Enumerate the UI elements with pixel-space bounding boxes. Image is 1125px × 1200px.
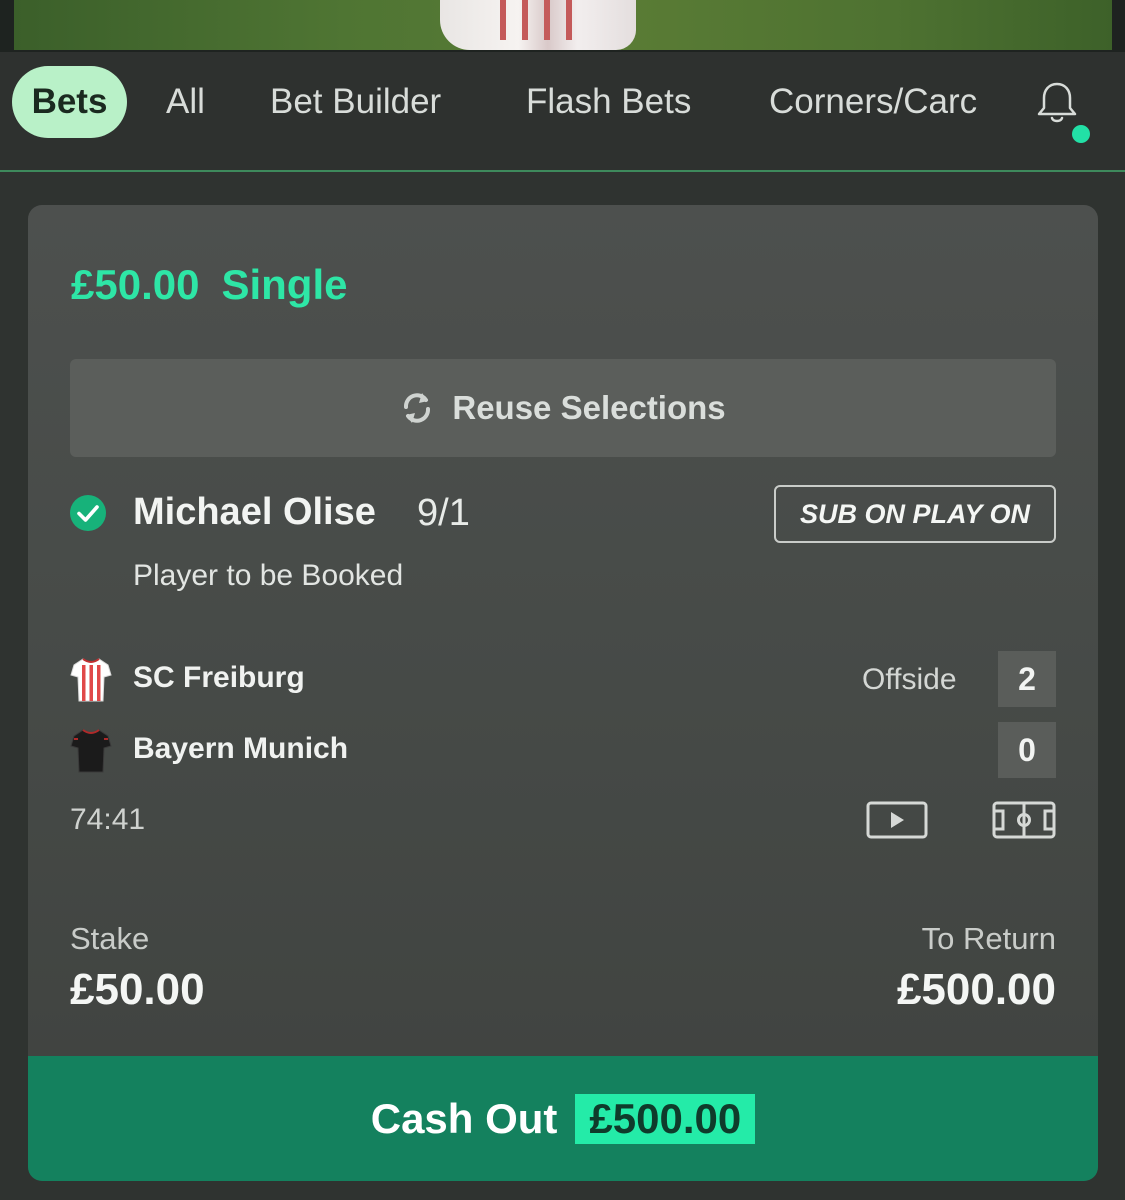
cash-out-button[interactable]: Cash Out £500.00 [28,1056,1098,1181]
tab-bets[interactable]: Bets [12,66,127,138]
home-team-name: SC Freiburg [133,661,305,694]
sub-on-play-on-badge[interactable]: SUB ON PLAY ON [774,485,1056,543]
stake-value: £50.00 [70,965,205,1014]
selection-market: Player to be Booked [133,559,404,592]
cash-out-amount: £500.00 [575,1093,756,1144]
stake-label: Stake [70,921,150,956]
bayern-shirt-icon [70,729,112,773]
bet-card: £50.00 Single Reuse Selections Michael Ol… [28,205,1098,1181]
match-clock: 74:41 [70,803,146,836]
home-score: 2 [998,651,1056,707]
tab-corners-cards[interactable]: Corners/Carc [769,66,987,138]
pitch-view-icon[interactable] [992,801,1056,839]
bet-type: Single [221,261,348,308]
freiburg-shirt-icon [70,658,112,702]
notification-dot [1072,125,1090,143]
stat-label-offside: Offside [862,663,957,696]
play-video-icon[interactable] [866,801,928,839]
video-player-figure [440,0,636,50]
tab-bet-builder[interactable]: Bet Builder [270,66,441,138]
reuse-selections-button[interactable]: Reuse Selections [70,359,1056,457]
reuse-selections-label: Reuse Selections [452,389,726,426]
selection-name: Michael Olise [133,491,376,533]
bet-summary-title: £50.00 Single [71,261,348,309]
away-team-name: Bayern Munich [133,732,349,765]
cash-out-label: Cash Out [370,1094,558,1142]
check-circle-icon [70,495,106,531]
team-row-home: SC Freiburg Offside 2 [70,651,1056,707]
selection-odds: 9/1 [417,492,470,534]
video-stream[interactable] [0,0,1125,52]
team-row-away: Bayern Munich 0 [70,722,1056,778]
away-score: 0 [998,722,1056,778]
to-return-value: £500.00 [896,965,1056,1014]
tab-all[interactable]: All [166,66,205,138]
market-tabbar: Bets All Bet Builder Flash Bets Corners/… [0,52,1125,172]
to-return-label: To Return [921,921,1056,956]
bell-icon[interactable] [1034,80,1080,126]
refresh-icon [404,393,431,423]
tab-flash-bets[interactable]: Flash Bets [526,66,691,138]
bet-stake-amount: £50.00 [71,261,200,308]
